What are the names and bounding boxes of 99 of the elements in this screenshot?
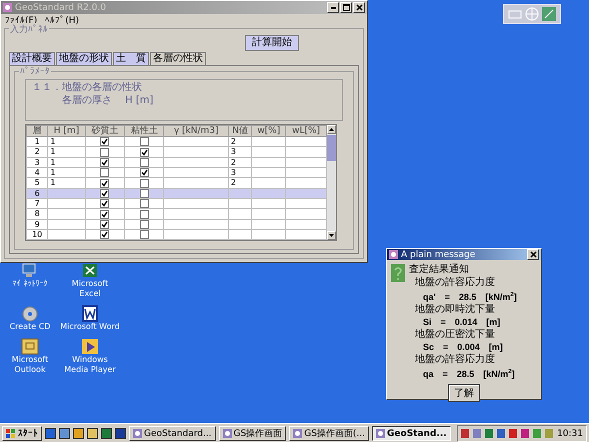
checkbox[interactable] [100,199,110,208]
up-arrow-icon [329,128,334,131]
table-cell: 1 [26,136,48,147]
disc-icon[interactable] [21,305,39,322]
column-header[interactable]: N値 [228,126,252,136]
checkbox[interactable] [100,137,110,146]
tab[interactable]: 設計概要 [9,52,55,65]
checkbox[interactable] [140,148,149,157]
maximize-icon [342,4,350,11]
taskbar-button[interactable]: GS操作画面 [218,426,286,441]
icon-label[interactable]: Microsoft Excel [60,279,120,299]
app-icon [133,429,142,438]
table-cell: 5 [26,178,48,188]
table-row[interactable]: 3 1 2 [26,157,326,168]
result-value: qa = 28.5 [kN/m$^{2}$] [422,368,516,380]
calculate-button[interactable]: 計算開始 [245,35,299,51]
result-label: 地盤の許容応力度 [414,354,496,366]
icon-label[interactable]: Microsoft Outlook [0,355,60,375]
column-header[interactable]: 層 [26,126,48,136]
checkbox[interactable] [100,230,110,240]
tab[interactable]: 各層の性状 [150,52,206,65]
table-row[interactable]: 7 [26,198,326,209]
checkbox[interactable] [140,178,149,188]
taskbar-button[interactable]: GS操作画面(... [289,426,370,441]
group-title: ﾊﾟﾗﾒｰﾀ [19,66,51,77]
icon-label[interactable]: Windows Media Player [60,355,120,375]
table-row[interactable]: 9 [26,219,326,230]
ok-button[interactable]: 了解 [448,384,480,402]
app-icon [222,429,232,438]
table-row[interactable]: 2 1 3 [26,146,326,158]
table-cell: 10 [26,229,48,240]
table-row[interactable]: 10 [26,229,326,240]
pen-icon[interactable] [542,7,556,21]
table-cell: 8 [26,208,48,219]
result-value: Sc = 0.004 [m] [422,341,504,354]
column-header[interactable]: γ [kN/m3] [164,126,228,136]
table-row[interactable]: 1 1 2 [26,136,326,147]
message-heading: 査定結果通知 [409,264,470,276]
app-icon [293,429,302,438]
column-header[interactable]: wL[%] [286,126,326,136]
taskbar-button[interactable]: GeoStand... [372,426,451,441]
table-cell: 2 [26,146,48,158]
result-label: 地盤の即時沈下量 [414,304,496,316]
column-header[interactable]: w[%] [252,126,286,136]
table-cell: 3 [26,157,48,168]
column-header[interactable]: 粘性土 [124,126,164,136]
checkbox[interactable] [140,210,149,218]
table-row[interactable]: 6 [26,188,326,198]
scrollbar[interactable] [327,125,336,240]
checkbox[interactable] [140,168,149,178]
close-icon [356,4,362,11]
minimize-button[interactable] [327,2,339,13]
scroll-thumb[interactable] [327,135,336,161]
column-header[interactable]: H [m] [48,126,86,136]
close-button[interactable] [527,249,539,260]
note-text: １１．地盤の各層の性状 [32,82,143,94]
icon-label[interactable]: Microsoft Word [60,322,120,332]
scroll-up-button[interactable] [327,125,336,134]
result-value: Si = 0.014 [m] [422,316,502,328]
table-cell: 9 [26,219,48,230]
checkbox[interactable] [140,137,149,146]
result-label: 地盤の圧密沈下量 [414,328,496,341]
icon-label[interactable]: ﾏｲ ﾈｯﾄﾜｰｸ [12,279,48,289]
dialog-title: A plain message [401,250,476,260]
menu-item[interactable]: ﾍﾙﾌﾟ(H) [45,15,79,26]
table-row[interactable]: 5 1 2 [26,178,326,188]
clock: 10:31 [557,428,583,438]
note-text: 各層の厚さ H [m] [61,95,154,107]
question-icon [391,264,405,282]
down-arrow-icon [329,234,334,238]
result-value: qa' = 28.5 [kN/m$^{2}$] [422,290,517,304]
table-cell: 7 [26,198,48,209]
taskbar-button[interactable]: GeoStandard... [129,426,216,441]
window-title: GeoStandard R2.0.0 [15,2,106,12]
checkbox[interactable] [100,168,110,178]
table-cell: 4 [26,167,48,178]
icon-label[interactable]: Create CD [10,322,50,332]
scroll-down-button[interactable] [327,231,336,240]
table-row[interactable]: 8 [26,208,326,219]
group-title: 入力ﾊﾟﾈﾙ [9,23,49,36]
checkbox[interactable] [100,178,110,188]
checkbox[interactable] [140,199,149,208]
table-row[interactable]: 4 1 3 [26,167,326,178]
tab[interactable]: 土 質 [113,52,149,65]
close-button[interactable] [353,2,365,13]
windows-logo-icon [6,428,16,438]
checkbox[interactable] [140,230,149,240]
checkbox[interactable] [100,210,110,218]
tab[interactable]: 地盤の形状 [56,52,112,65]
table-cell: 6 [26,188,48,198]
result-label: 地盤の許容応力度 [414,276,496,289]
column-header[interactable]: 砂質土 [85,126,125,136]
app-icon [3,3,12,12]
checkbox[interactable] [100,148,110,157]
start-button[interactable]: ｽﾀｰﾄ [2,426,42,441]
maximize-button[interactable] [340,2,352,13]
app-icon [376,429,386,438]
minimize-icon [330,6,336,8]
close-icon [530,251,536,258]
